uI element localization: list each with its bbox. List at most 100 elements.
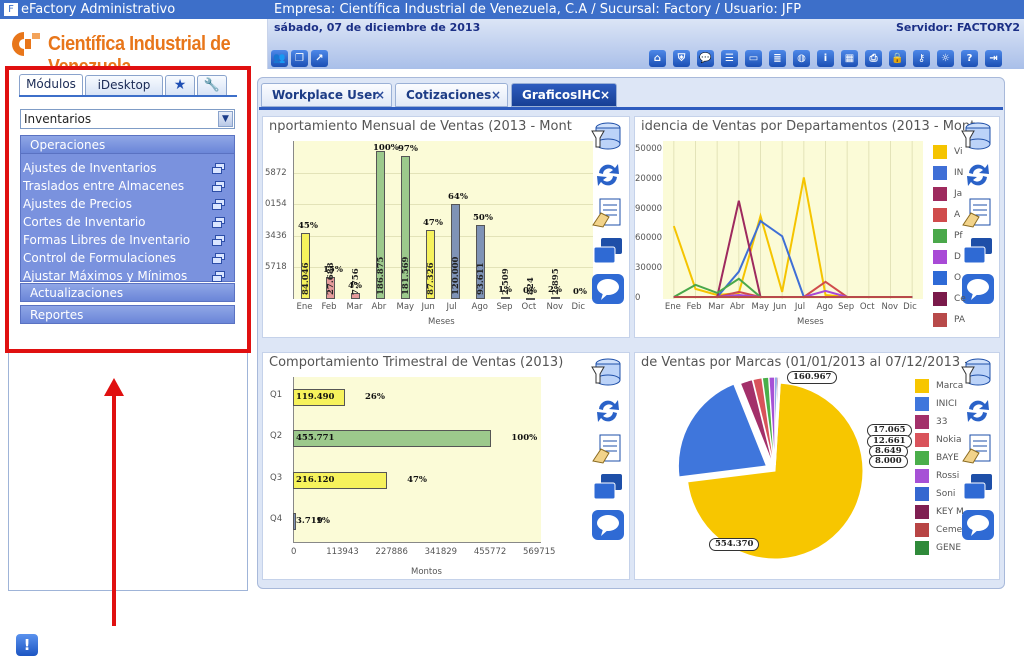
x-tick-label: Oct: [859, 302, 875, 312]
x-tick-label: Abr: [729, 302, 745, 312]
close-icon[interactable]: ×: [600, 84, 610, 106]
lightbulb-icon[interactable]: ☼: [937, 50, 954, 67]
sidebar-item-label: Ajustar Máximos y Mínimos: [23, 269, 188, 283]
x-tick-label: 455772: [473, 547, 507, 557]
database-icon[interactable]: ≣: [769, 50, 786, 67]
sidebar-item-label: Cortes de Inventario: [23, 215, 146, 229]
edit-report-icon[interactable]: [591, 197, 625, 229]
y-tick-label: 30000: [635, 263, 663, 274]
x-tick-label: 113943: [326, 547, 359, 557]
section-reportes[interactable]: Reportes: [20, 305, 235, 324]
info-icon[interactable]: i: [817, 50, 834, 67]
tab-graficos-ihc[interactable]: GraficosIHC ×: [511, 83, 617, 107]
app-title-text: eFactory Administrativo: [21, 2, 176, 17]
sidebar-item[interactable]: Traslados entre Almacenes: [23, 178, 233, 195]
home-icon[interactable]: ⌂: [649, 50, 666, 67]
windows-icon[interactable]: [591, 471, 625, 503]
section-actualizaciones[interactable]: Actualizaciones: [20, 283, 235, 302]
x-tick-label: Sep: [496, 302, 513, 312]
sidebar-item[interactable]: Formas Libres de Inventario: [23, 232, 233, 249]
refresh-icon[interactable]: [591, 395, 625, 427]
globe-icon[interactable]: ◍: [793, 50, 810, 67]
shield-icon[interactable]: ⛨: [673, 50, 690, 67]
chart-title: nportamiento Mensual de Ventas (2013 - M…: [269, 119, 572, 134]
company-logo-icon: [12, 32, 40, 56]
data-label: 93.611: [476, 262, 486, 295]
close-icon[interactable]: ×: [491, 84, 501, 106]
series-line[interactable]: [673, 277, 913, 298]
bar[interactable]: [551, 296, 560, 299]
calculator-icon[interactable]: ▦: [841, 50, 858, 67]
filter-database-icon[interactable]: [961, 357, 995, 389]
users-icon[interactable]: 👥: [271, 50, 288, 67]
legend-swatch: [915, 433, 929, 447]
series-line[interactable]: [672, 177, 913, 298]
module-select[interactable]: Inventarios ▼: [20, 109, 235, 129]
sidebar-item-label: Control de Formulaciones: [23, 251, 177, 265]
slice-label: 8.000: [869, 455, 908, 468]
section-operaciones[interactable]: Operaciones: [20, 135, 235, 154]
list-icon[interactable]: ☰: [721, 50, 738, 67]
lock-icon[interactable]: 🔒: [889, 50, 906, 67]
legend-swatch: [933, 292, 947, 306]
company-logo: Científica Industrial de Venezuela: [0, 19, 268, 78]
windows-icon[interactable]: [961, 471, 995, 503]
chevron-down-icon[interactable]: ▼: [218, 111, 233, 127]
legend-swatch: [915, 523, 929, 537]
pct-label: 4%: [348, 280, 362, 291]
tab-tools[interactable]: 🔧: [197, 75, 227, 96]
chat-icon[interactable]: 💬: [697, 50, 714, 67]
windows-icon[interactable]: [591, 235, 625, 267]
help-icon[interactable]: ?: [961, 50, 978, 67]
comment-icon[interactable]: [961, 509, 995, 541]
plot-area: [663, 141, 923, 299]
legend-swatch: [915, 379, 929, 393]
x-tick-label: Ago: [816, 302, 833, 312]
legend-swatch: [933, 187, 947, 201]
close-icon[interactable]: ×: [375, 84, 385, 106]
tab-cotizaciones[interactable]: Cotizaciones ×: [395, 83, 508, 107]
tab-favorites[interactable]: ★: [165, 75, 195, 96]
key-icon[interactable]: ⚷: [913, 50, 930, 67]
window-stack-icon: [212, 217, 225, 228]
alert-icon[interactable]: !: [16, 634, 38, 656]
x-tick-label: Ene: [664, 302, 681, 312]
refresh-icon[interactable]: [961, 395, 995, 427]
legend-label: 33: [936, 417, 948, 427]
bar[interactable]: [501, 297, 510, 300]
chart-icon[interactable]: ↗: [311, 50, 328, 67]
edit-report-icon[interactable]: [961, 433, 995, 465]
x-tick-label: Feb: [686, 302, 702, 312]
pct-label: 97%: [398, 143, 418, 154]
x-tick-label: Sep: [838, 302, 855, 312]
tab-modulos[interactable]: Módulos: [19, 74, 83, 97]
printer-icon[interactable]: ⎙: [865, 50, 882, 67]
series-line[interactable]: [673, 200, 913, 298]
module-select-value: Inventarios: [24, 112, 92, 126]
legend-swatch: [915, 397, 929, 411]
exit-icon[interactable]: ⇥: [985, 50, 1002, 67]
window-icon[interactable]: ❐: [291, 50, 308, 67]
x-tick-label: Oct: [521, 302, 537, 312]
x-tick-label: Nov: [881, 302, 899, 312]
slice-label: 554.370: [709, 538, 760, 551]
bar[interactable]: [526, 298, 535, 301]
filter-database-icon[interactable]: [591, 121, 625, 153]
legend-swatch: [915, 451, 929, 465]
x-tick-label: Abr: [371, 302, 387, 312]
tab-workplace-user[interactable]: Workplace User ×: [261, 83, 392, 107]
filter-database-icon[interactable]: [591, 357, 625, 389]
window-stack-icon: [212, 235, 225, 246]
sidebar-item[interactable]: Ajustes de Precios: [23, 196, 233, 213]
edit-report-icon[interactable]: [591, 433, 625, 465]
pct-label: 64%: [448, 192, 468, 203]
sidebar-item[interactable]: Control de Formulaciones: [23, 250, 233, 267]
sidebar-item[interactable]: Ajustes de Inventarios: [23, 160, 233, 177]
comment-icon[interactable]: [591, 273, 625, 305]
x-tick-label: May: [751, 302, 770, 312]
presentation-icon[interactable]: ▭: [745, 50, 762, 67]
tab-idesktop[interactable]: iDesktop: [85, 75, 163, 96]
refresh-icon[interactable]: [591, 159, 625, 191]
sidebar-item[interactable]: Cortes de Inventario: [23, 214, 233, 231]
comment-icon[interactable]: [591, 509, 625, 541]
